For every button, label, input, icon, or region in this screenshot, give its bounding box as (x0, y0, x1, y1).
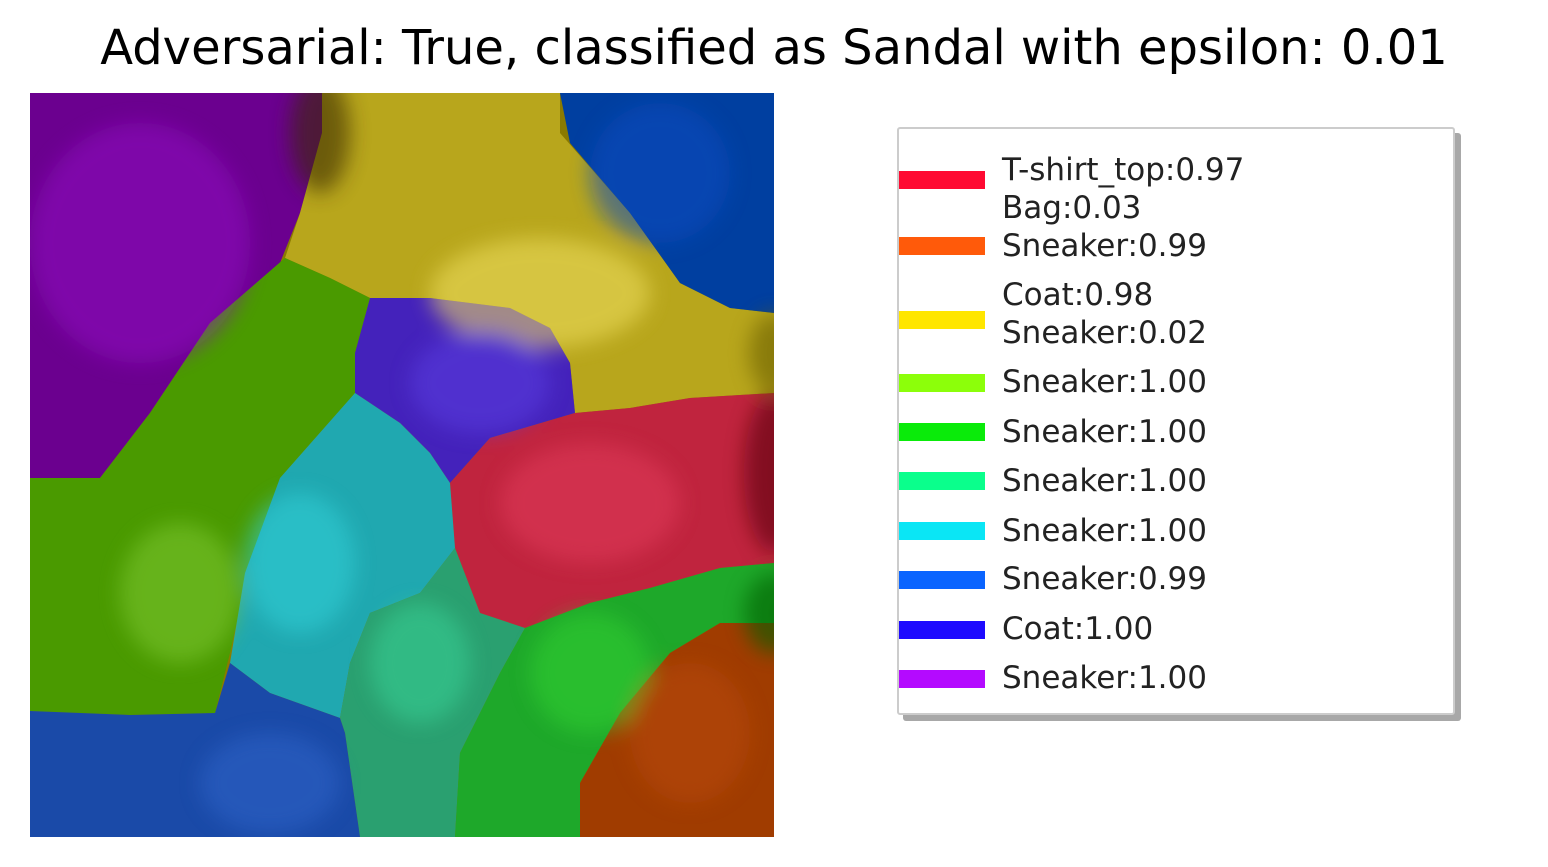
legend-label: Sneaker:1.00 (1002, 414, 1207, 450)
legend-item: T-shirt_top:0.97 Bag:0.03 (899, 142, 1439, 226)
segmentation-image (30, 93, 774, 837)
legend-item: Sneaker:0.99 (899, 227, 1439, 267)
legend-label: T-shirt_top:0.97 Bag:0.03 (1002, 152, 1245, 226)
legend-item: Sneaker:1.00 (899, 512, 1439, 552)
legend-swatch (899, 621, 985, 639)
legend-label: Sneaker:1.00 (1002, 513, 1207, 549)
legend-label: Sneaker:0.99 (1002, 228, 1207, 264)
legend-label: Sneaker:1.00 (1002, 660, 1207, 696)
legend-swatch (899, 237, 985, 255)
legend-label: Sneaker:1.00 (1002, 463, 1207, 499)
legend-item: Sneaker:0.99 (899, 560, 1439, 600)
legend-swatch (899, 472, 985, 490)
figure-title: Adversarial: True, classified as Sandal … (100, 20, 1448, 76)
legend-item: Coat:0.98 Sneaker:0.02 (899, 276, 1439, 356)
legend-swatch (899, 670, 985, 688)
legend-item: Coat:1.00 (899, 610, 1439, 650)
legend-item: Sneaker:1.00 (899, 363, 1439, 403)
legend-label: Sneaker:0.99 (1002, 561, 1207, 597)
legend-label: Sneaker:1.00 (1002, 364, 1207, 400)
legend-label: Coat:0.98 Sneaker:0.02 (1002, 277, 1207, 351)
legend-swatch (899, 311, 985, 329)
legend-item: Sneaker:1.00 (899, 413, 1439, 453)
legend-swatch (899, 374, 985, 392)
legend-item: Sneaker:1.00 (899, 659, 1439, 699)
legend-label: Coat:1.00 (1002, 611, 1154, 647)
legend: T-shirt_top:0.97 Bag:0.03 Sneaker:0.99 C… (897, 127, 1455, 715)
legend-item: Sneaker:1.00 (899, 462, 1439, 502)
legend-swatch (899, 522, 985, 540)
legend-swatch (899, 571, 985, 589)
legend-swatch (899, 423, 985, 441)
legend-swatch (899, 171, 985, 189)
